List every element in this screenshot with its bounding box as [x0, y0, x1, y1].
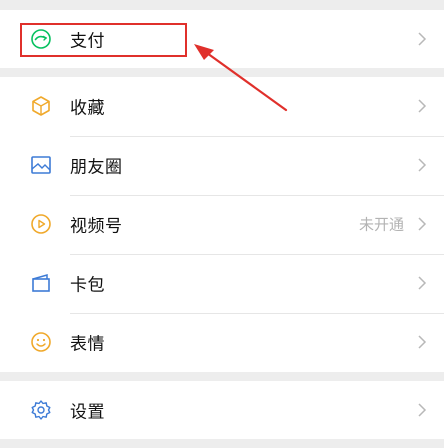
status-text: 未开通 — [358, 215, 404, 234]
menu-item-label: 表情 — [70, 334, 105, 355]
chevron-right-icon — [418, 276, 427, 290]
features-section: 收藏 朋友圈 视频号 未开通 卡包 表情 — [0, 77, 444, 372]
menu-item-moments[interactable]: 朋友圈 — [0, 136, 444, 194]
stickers-icon — [29, 330, 53, 354]
favorites-icon — [29, 94, 53, 118]
settings-section: 设置 — [0, 381, 444, 439]
cards-icon — [29, 271, 53, 295]
chevron-right-icon — [418, 335, 427, 349]
menu-item-cards[interactable]: 卡包 — [0, 254, 444, 312]
moments-icon — [29, 153, 53, 177]
highlight-box — [20, 23, 187, 57]
annotation-arrow — [194, 44, 288, 112]
chevron-right-icon — [418, 32, 427, 46]
menu-item-label: 收藏 — [70, 98, 105, 119]
menu-item-label: 视频号 — [70, 216, 123, 237]
chevron-right-icon — [418, 99, 427, 113]
menu-item-stickers[interactable]: 表情 — [0, 313, 444, 371]
chevron-right-icon — [418, 403, 427, 417]
menu-item-channels[interactable]: 视频号 未开通 — [0, 195, 444, 253]
menu-item-label: 设置 — [70, 402, 105, 423]
chevron-right-icon — [418, 217, 427, 231]
menu-item-label: 卡包 — [70, 275, 105, 296]
channels-icon — [29, 212, 53, 236]
settings-icon — [29, 398, 53, 422]
menu-item-label: 朋友圈 — [70, 157, 123, 178]
menu-item-settings[interactable]: 设置 — [0, 381, 444, 439]
chevron-right-icon — [418, 158, 427, 172]
